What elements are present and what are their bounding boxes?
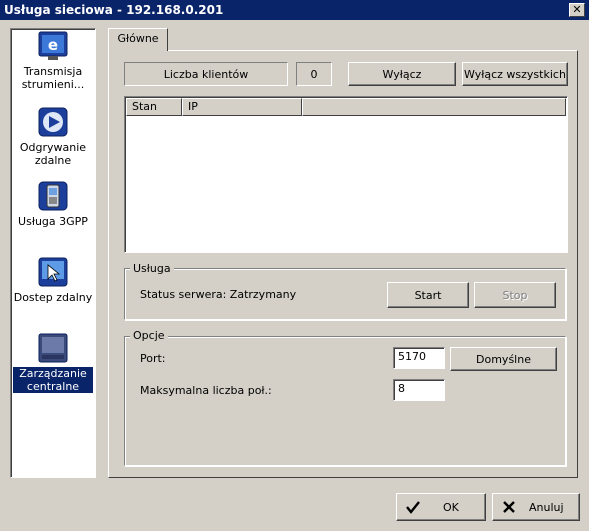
stop-button-label: Stop bbox=[502, 288, 528, 302]
ok-button[interactable]: OK bbox=[396, 493, 486, 521]
stop-button[interactable]: Stop bbox=[474, 282, 556, 308]
clients-count-label: Liczba klientów bbox=[124, 62, 288, 86]
close-button[interactable]: ✕ bbox=[569, 3, 585, 17]
remote-access-icon bbox=[38, 257, 68, 287]
clients-list[interactable]: Stan IP bbox=[124, 96, 568, 253]
sidebar-item-remote-playback[interactable]: Odgrywanie zdalne bbox=[13, 107, 93, 167]
svg-text:e: e bbox=[48, 36, 58, 54]
title-bar: Usługa sieciowa - 192.168.0.201 ✕ bbox=[0, 0, 589, 20]
default-button[interactable]: Domyślne bbox=[450, 347, 557, 371]
cancel-button[interactable]: Anuluj bbox=[492, 493, 580, 521]
cancel-button-label: Anuluj bbox=[529, 500, 564, 514]
tab-label: Główne bbox=[117, 32, 159, 45]
sidebar-item-remote-access[interactable]: Dostep zdalny bbox=[13, 257, 93, 304]
sidebar: e Transmisja strumieni... Odgrywanie zda… bbox=[10, 28, 96, 478]
options-group-label: Opcje bbox=[130, 329, 168, 342]
cross-icon bbox=[501, 499, 517, 515]
sidebar-item-label: Dostep zdalny bbox=[13, 291, 93, 304]
disconnect-all-button[interactable]: Wyłącz wszystkich bbox=[462, 62, 568, 86]
column-header-ip[interactable]: IP bbox=[182, 98, 302, 116]
server-status-text: Status serwera: Zatrzymany bbox=[140, 288, 297, 301]
close-icon: ✕ bbox=[572, 3, 582, 16]
tab-main[interactable]: Główne bbox=[108, 28, 168, 51]
central-management-icon bbox=[38, 333, 68, 363]
mobile-3gpp-icon bbox=[38, 181, 68, 211]
sidebar-item-3gpp[interactable]: Usługa 3GPP bbox=[13, 181, 93, 228]
port-label: Port: bbox=[140, 352, 166, 365]
column-header-filler bbox=[302, 98, 566, 116]
default-button-label: Domyślne bbox=[476, 352, 531, 366]
sidebar-item-central-management[interactable]: Zarządzanie centralne bbox=[13, 333, 93, 393]
disconnect-button-label: Wyłącz bbox=[382, 67, 422, 81]
list-header: Stan IP bbox=[126, 98, 566, 116]
start-button-label: Start bbox=[414, 288, 442, 302]
sidebar-item-label: Usługa 3GPP bbox=[18, 215, 88, 228]
service-group-label: Usługa bbox=[130, 262, 174, 275]
sidebar-item-streaming[interactable]: e Transmisja strumieni... bbox=[13, 31, 93, 91]
sidebar-item-label: Transmisja strumieni... bbox=[21, 65, 85, 91]
sidebar-item-label: Zarządzanie centralne bbox=[13, 367, 93, 393]
ok-button-label: OK bbox=[443, 500, 459, 514]
clients-count-label-text: Liczba klientów bbox=[163, 67, 249, 81]
streaming-icon: e bbox=[38, 31, 68, 61]
remote-playback-icon bbox=[38, 107, 68, 137]
column-header-status[interactable]: Stan bbox=[126, 98, 182, 116]
max-connections-input[interactable]: 8 bbox=[393, 379, 445, 401]
column-header-ip-text: IP bbox=[188, 100, 198, 113]
column-header-status-text: Stan bbox=[132, 100, 158, 113]
start-button[interactable]: Start bbox=[387, 282, 469, 308]
disconnect-button[interactable]: Wyłącz bbox=[348, 62, 456, 86]
check-icon bbox=[405, 499, 421, 515]
window-title: Usługa sieciowa - 192.168.0.201 bbox=[4, 3, 224, 17]
port-input[interactable]: 5170 bbox=[393, 347, 445, 369]
sidebar-item-label: Odgrywanie zdalne bbox=[19, 141, 87, 167]
clients-count-value: 0 bbox=[296, 62, 332, 86]
max-connections-label: Maksymalna liczba poł.: bbox=[140, 384, 272, 397]
disconnect-all-button-label: Wyłącz wszystkich bbox=[464, 67, 566, 81]
clients-count-value-text: 0 bbox=[310, 67, 318, 81]
